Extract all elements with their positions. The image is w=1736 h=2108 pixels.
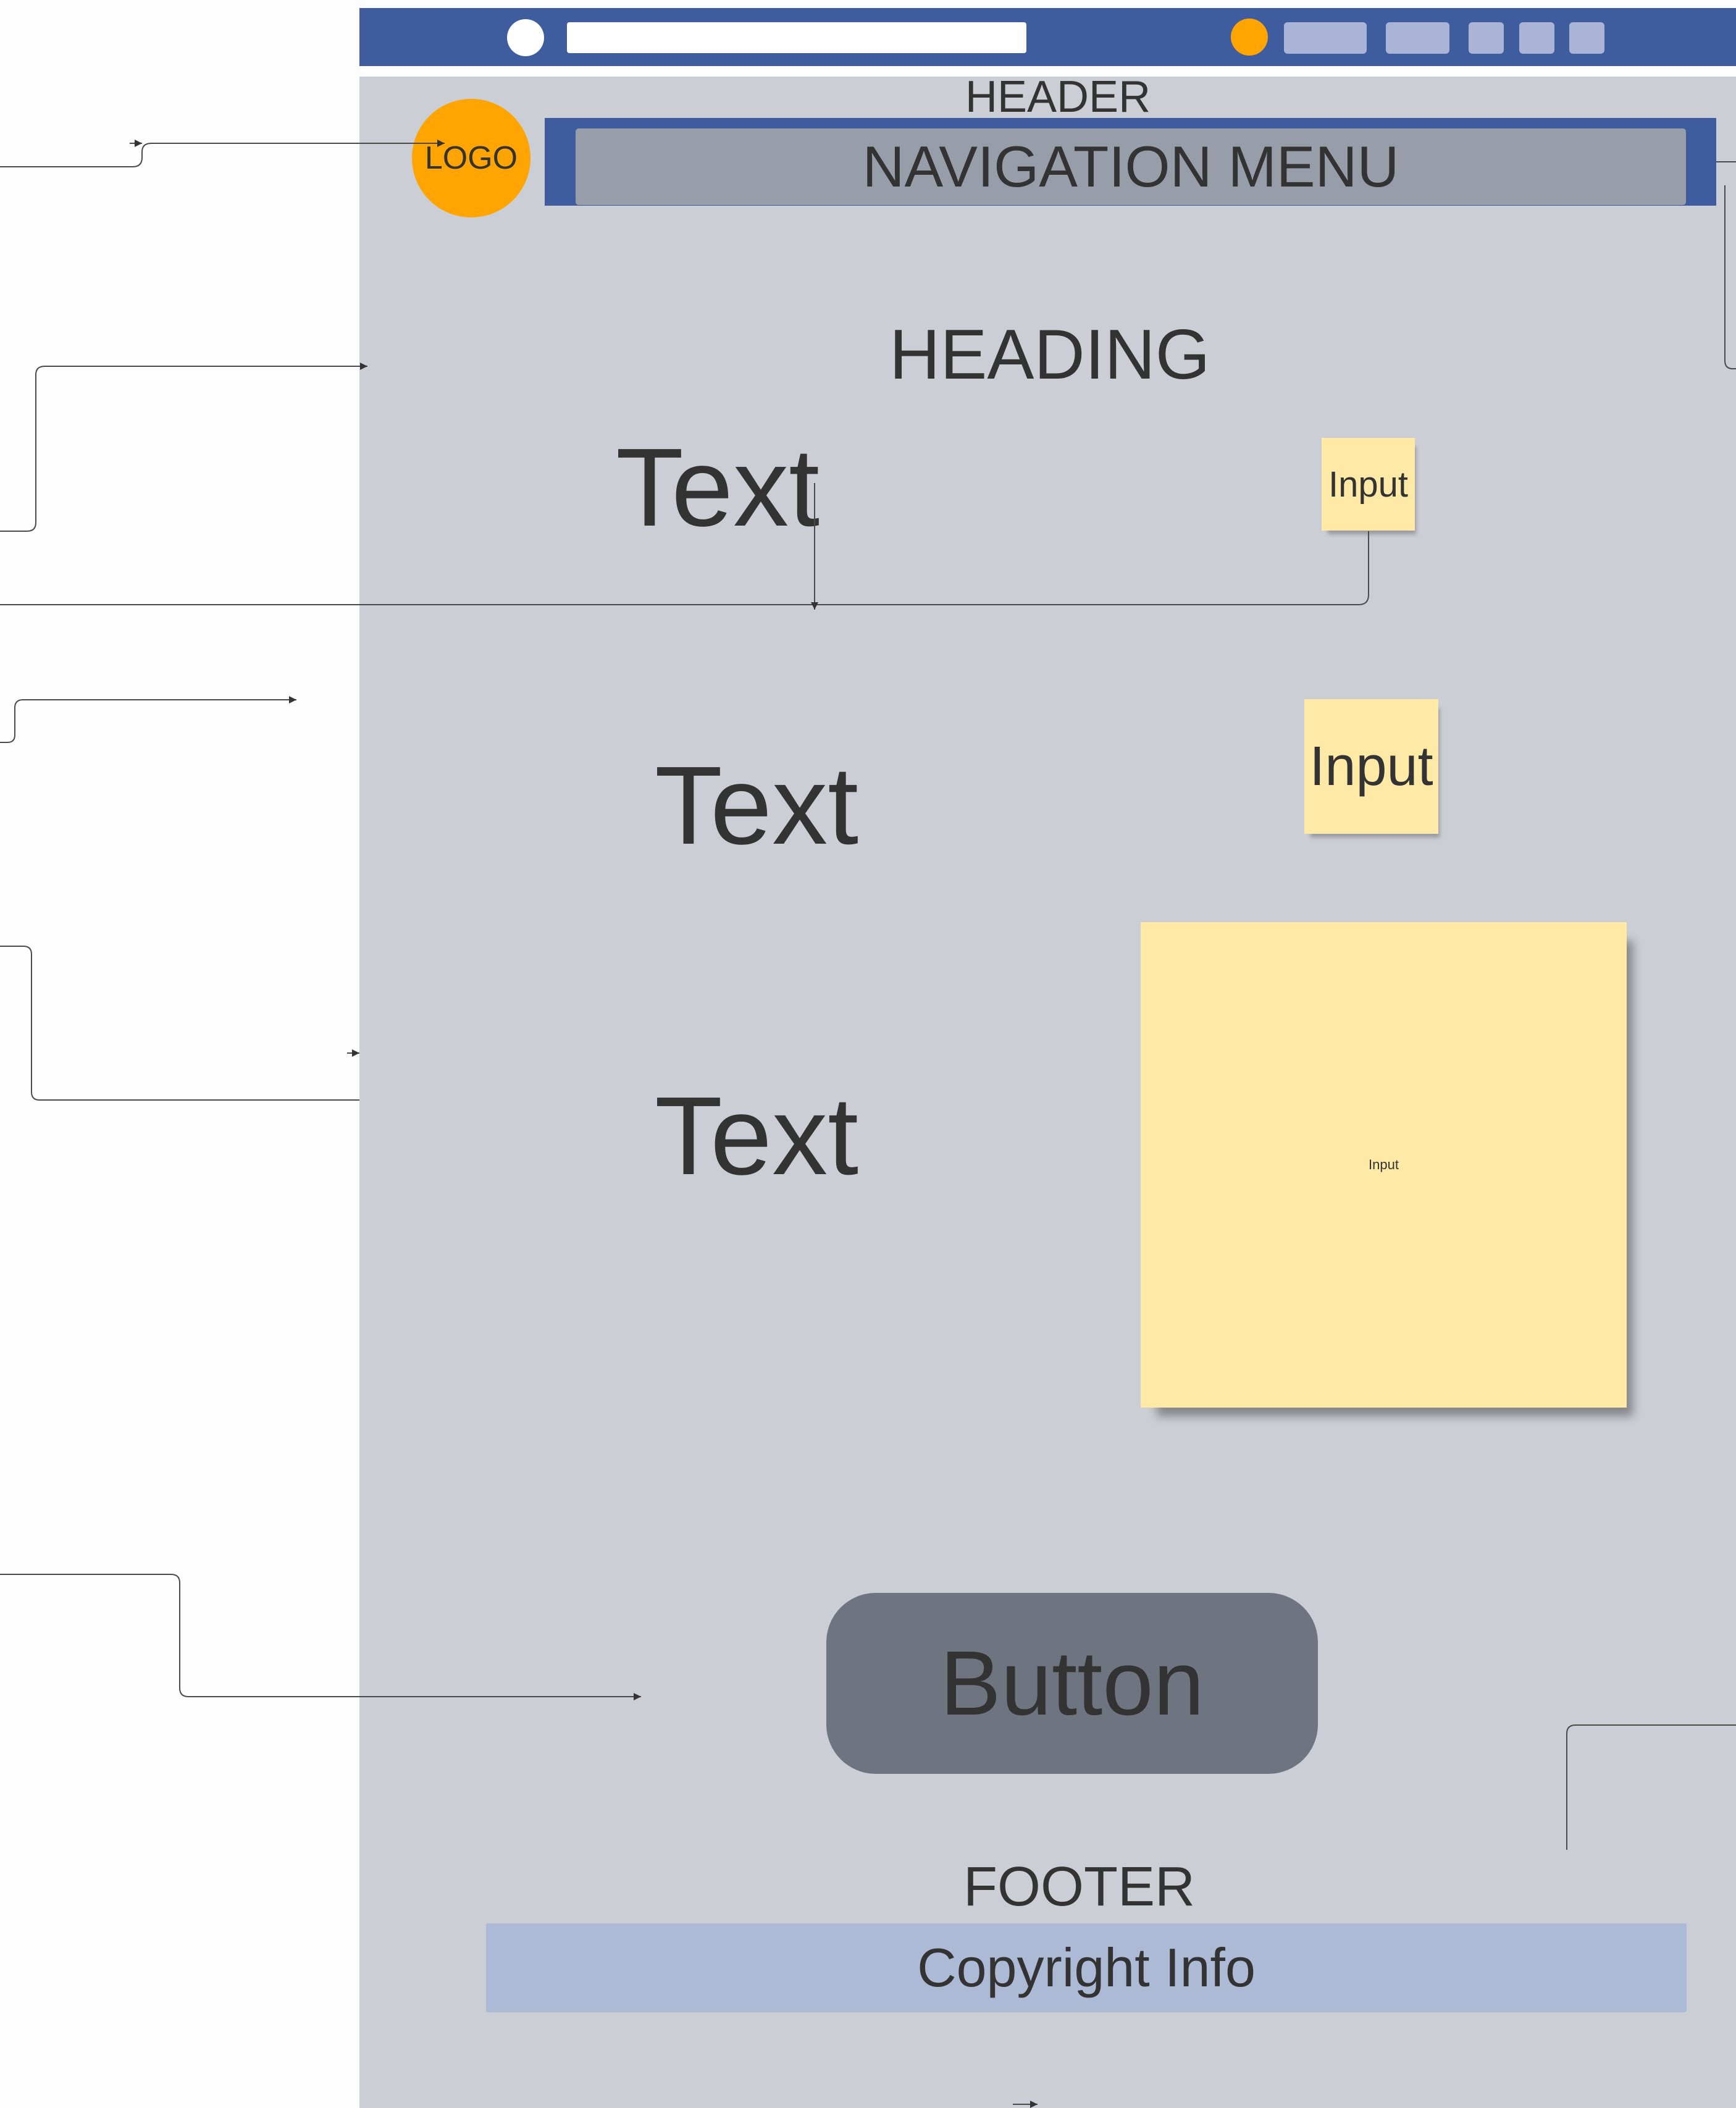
browser-button-5[interactable] bbox=[1569, 22, 1604, 54]
text-block-1: Text bbox=[616, 426, 820, 550]
connector-text-2 bbox=[0, 696, 296, 743]
input-label-2: Input bbox=[1309, 735, 1433, 797]
page-heading: HEADING bbox=[889, 316, 1210, 394]
connector-text-3 bbox=[0, 946, 359, 1101]
logo-label: LOGO bbox=[424, 140, 518, 176]
text-block-3: Text bbox=[655, 1074, 859, 1198]
navigation-menu-label: NAVIGATION MENU bbox=[862, 134, 1399, 199]
input-field-1[interactable]: Input bbox=[1322, 438, 1415, 531]
input-field-3[interactable]: Input bbox=[1141, 922, 1627, 1408]
primary-button[interactable]: Button bbox=[826, 1593, 1318, 1774]
browser-button-4[interactable] bbox=[1519, 22, 1554, 54]
browser-button-1[interactable] bbox=[1284, 22, 1367, 54]
browser-circle-icon bbox=[507, 19, 544, 56]
browser-button-2[interactable] bbox=[1386, 22, 1449, 54]
input-label-1: Input bbox=[1328, 464, 1408, 505]
browser-address-bar[interactable] bbox=[567, 22, 1026, 53]
footer-label: FOOTER bbox=[963, 1856, 1195, 1918]
wireframe-canvas: HEADER NAVIGATION MENU LOGO HEADING Text… bbox=[0, 0, 1736, 2108]
input-label-3: Input bbox=[1369, 1157, 1399, 1172]
navigation-menu[interactable]: NAVIGATION MENU bbox=[576, 128, 1686, 205]
input-field-2[interactable]: Input bbox=[1304, 699, 1438, 834]
primary-button-label: Button bbox=[940, 1632, 1204, 1734]
header-label: HEADER bbox=[965, 72, 1151, 122]
text-block-2: Text bbox=[655, 744, 859, 868]
logo[interactable]: LOGO bbox=[412, 99, 530, 217]
copyright-text: Copyright Info bbox=[917, 1937, 1256, 1998]
profile-dot-icon[interactable] bbox=[1231, 19, 1268, 56]
connector-heading bbox=[0, 363, 367, 532]
browser-button-3[interactable] bbox=[1469, 22, 1504, 54]
copyright-bar: Copyright Info bbox=[486, 1923, 1687, 2012]
